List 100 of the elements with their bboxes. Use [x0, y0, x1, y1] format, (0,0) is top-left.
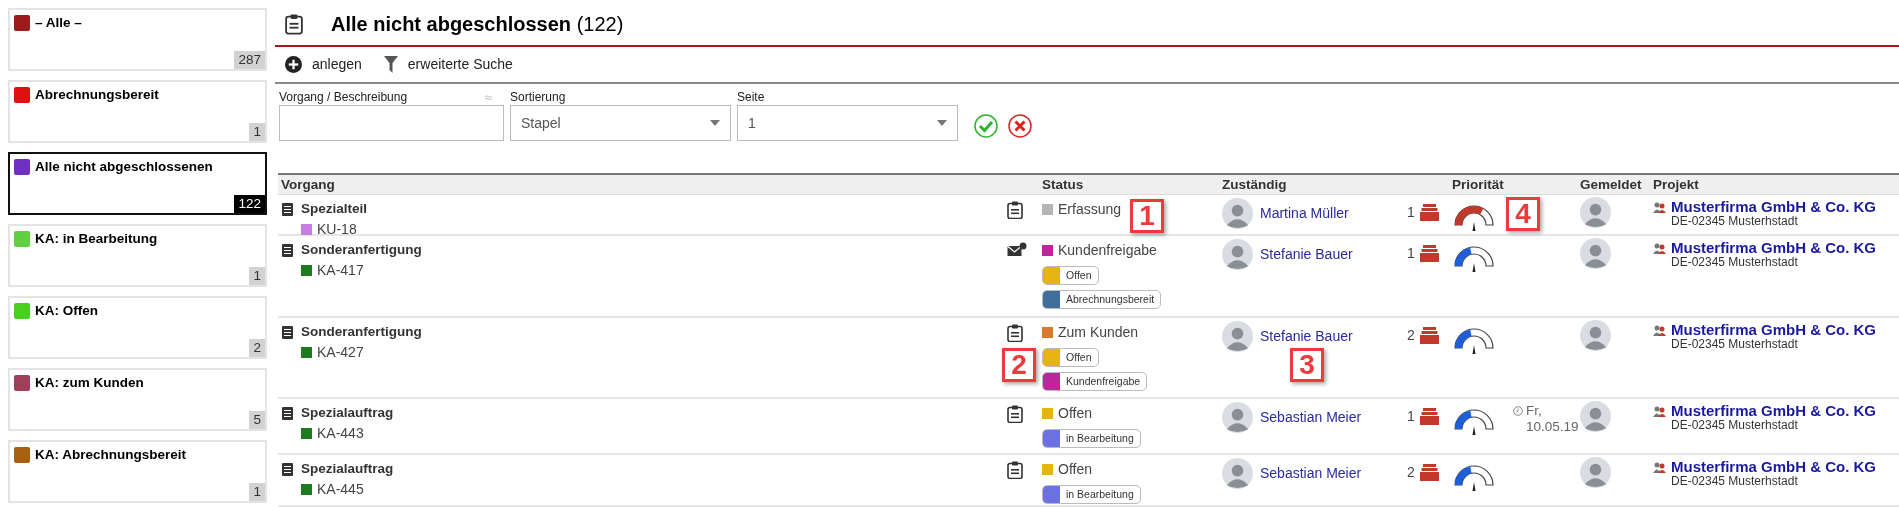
- cancel-icon[interactable]: [1008, 114, 1032, 139]
- item-label: KA: Offen: [35, 302, 98, 320]
- stack-count: 2: [1407, 463, 1415, 482]
- callout-marker: 3: [1290, 348, 1324, 382]
- status-label: Erfassung: [1058, 200, 1122, 219]
- search-field[interactable]: [279, 105, 504, 142]
- document-icon: [282, 243, 293, 257]
- advanced-search-button[interactable]: erweiterte Suche: [383, 53, 513, 75]
- sidebar-item[interactable]: KA: zum Kunden 5: [8, 368, 267, 431]
- item-title: Spezialauftrag: [301, 404, 394, 422]
- clipboard-icon: [1007, 201, 1023, 219]
- sidebar-item[interactable]: Alle nicht abgeschlossenen 122: [8, 152, 267, 215]
- project-address: DE-02345 Musterhstadt: [1671, 474, 1799, 489]
- avatar: [1580, 457, 1611, 488]
- item-label: Abrechnungsbereit: [35, 86, 159, 104]
- column-header: Projekt: [1653, 176, 1700, 194]
- item-label: KA: Abrechnungsbereit: [35, 446, 186, 464]
- mail-icon: [1007, 242, 1027, 258]
- stack-count: 1: [1407, 407, 1415, 426]
- people-icon: [1653, 406, 1666, 417]
- item-title: Spezialteil: [301, 200, 368, 218]
- document-icon: [282, 406, 293, 420]
- sidebar-item[interactable]: KA: Offen 2: [8, 296, 267, 359]
- field-label: Vorgang / Beschreibung: [279, 89, 408, 107]
- column-header: Status: [1042, 176, 1085, 194]
- clock-icon: [1513, 406, 1523, 416]
- sidebar-item[interactable]: – Alle – 287: [8, 8, 267, 71]
- assignee-link[interactable]: Sebastian Meier: [1260, 407, 1362, 428]
- tag-label: Offen: [1065, 267, 1093, 283]
- project-link[interactable]: Musterfirma GmbH & Co. KG: [1671, 322, 1877, 337]
- project-link[interactable]: Musterfirma GmbH & Co. KG: [1671, 199, 1877, 214]
- project-link[interactable]: Musterfirma GmbH & Co. KG: [1671, 403, 1877, 418]
- drawer-stack-icon: [1419, 204, 1439, 221]
- clipboard-icon: [1007, 324, 1023, 342]
- item-code: KA-445: [317, 480, 364, 500]
- project-link[interactable]: Musterfirma GmbH & Co. KG: [1671, 240, 1877, 255]
- clipboard-icon: [1007, 405, 1023, 423]
- clipboard-icon: [1007, 461, 1023, 479]
- sidebar-item[interactable]: KA: Abrechnungsbereit 1: [8, 440, 267, 503]
- tag-label: in Bearbeitung: [1065, 430, 1135, 446]
- tag-label: Kundenfreigabe: [1065, 373, 1142, 389]
- due-date: Fr, 10.05.19: [1526, 403, 1576, 435]
- avatar: [1222, 198, 1253, 229]
- people-icon: [1653, 243, 1666, 254]
- item-label: Alle nicht abgeschlossenen: [35, 158, 213, 176]
- assignee-link[interactable]: Stefanie Bauer: [1260, 326, 1353, 347]
- create-button[interactable]: anlegen: [285, 53, 362, 75]
- sidebar-item[interactable]: Abrechnungsbereit 1: [8, 80, 267, 143]
- confirm-icon[interactable]: [974, 114, 998, 139]
- callout-marker: 2: [1002, 348, 1036, 382]
- document-icon: [282, 325, 293, 339]
- assignee-link[interactable]: Martina Müller: [1260, 203, 1349, 224]
- callout-marker: 4: [1506, 197, 1540, 231]
- clipboard-icon: [285, 13, 303, 36]
- stack-count: 1: [1407, 203, 1415, 222]
- column-header: Vorgang: [280, 176, 336, 194]
- drawer-stack-icon: [1419, 464, 1439, 481]
- people-icon: [1653, 202, 1666, 213]
- item-code: KA-443: [317, 424, 364, 444]
- count-badge: 122: [234, 195, 265, 213]
- approx-icon: [485, 94, 492, 100]
- project-address: DE-02345 Musterhstadt: [1671, 337, 1799, 352]
- avatar: [1580, 320, 1611, 351]
- sidebar-item[interactable]: KA: in Bearbeitung 1: [8, 224, 267, 287]
- count-badge: 1: [249, 267, 265, 285]
- status-label: Offen: [1058, 460, 1092, 479]
- project-link[interactable]: Musterfirma GmbH & Co. KG: [1671, 459, 1877, 474]
- dropdown[interactable]: 1: [737, 105, 958, 142]
- avatar: [1222, 321, 1253, 352]
- status-label: Kundenfreigabe: [1058, 241, 1157, 260]
- document-icon: [282, 462, 293, 476]
- page-title: Alle nicht abgeschlossen (122): [331, 12, 624, 38]
- project-address: DE-02345 Musterhstadt: [1671, 418, 1799, 433]
- stack-count: 1: [1407, 244, 1415, 263]
- field-label: Sortierung: [510, 89, 566, 107]
- tag-label: Offen: [1065, 349, 1093, 365]
- callout-marker: 1: [1130, 199, 1164, 233]
- column-header: Gemeldet: [1580, 176, 1643, 194]
- item-label: KA: zum Kunden: [35, 374, 144, 392]
- drawer-stack-icon: [1419, 327, 1439, 344]
- item-code: KU-18: [317, 220, 357, 240]
- project-address: DE-02345 Musterhstadt: [1671, 255, 1799, 270]
- item-title: Spezialauftrag: [301, 460, 394, 478]
- caret-icon: [710, 120, 720, 127]
- people-icon: [1653, 325, 1666, 336]
- column-header: Zuständig: [1222, 176, 1288, 194]
- drawer-stack-icon: [1419, 245, 1439, 262]
- item-code: KA-417: [317, 261, 364, 281]
- count-badge: 5: [249, 411, 265, 429]
- count-badge: 1: [249, 483, 265, 501]
- assignee-link[interactable]: Sebastian Meier: [1260, 463, 1362, 484]
- project-address: DE-02345 Musterhstadt: [1671, 214, 1799, 229]
- plus-circle-icon: [285, 55, 302, 73]
- field-label: Seite: [737, 89, 765, 107]
- item-title: Sonderanfertigung: [301, 323, 422, 341]
- status-label: Offen: [1058, 404, 1092, 423]
- assignee-link[interactable]: Stefanie Bauer: [1260, 244, 1353, 265]
- dropdown[interactable]: Stapel: [510, 105, 731, 142]
- column-header: Priorität: [1452, 176, 1505, 194]
- count-badge: 287: [234, 51, 265, 69]
